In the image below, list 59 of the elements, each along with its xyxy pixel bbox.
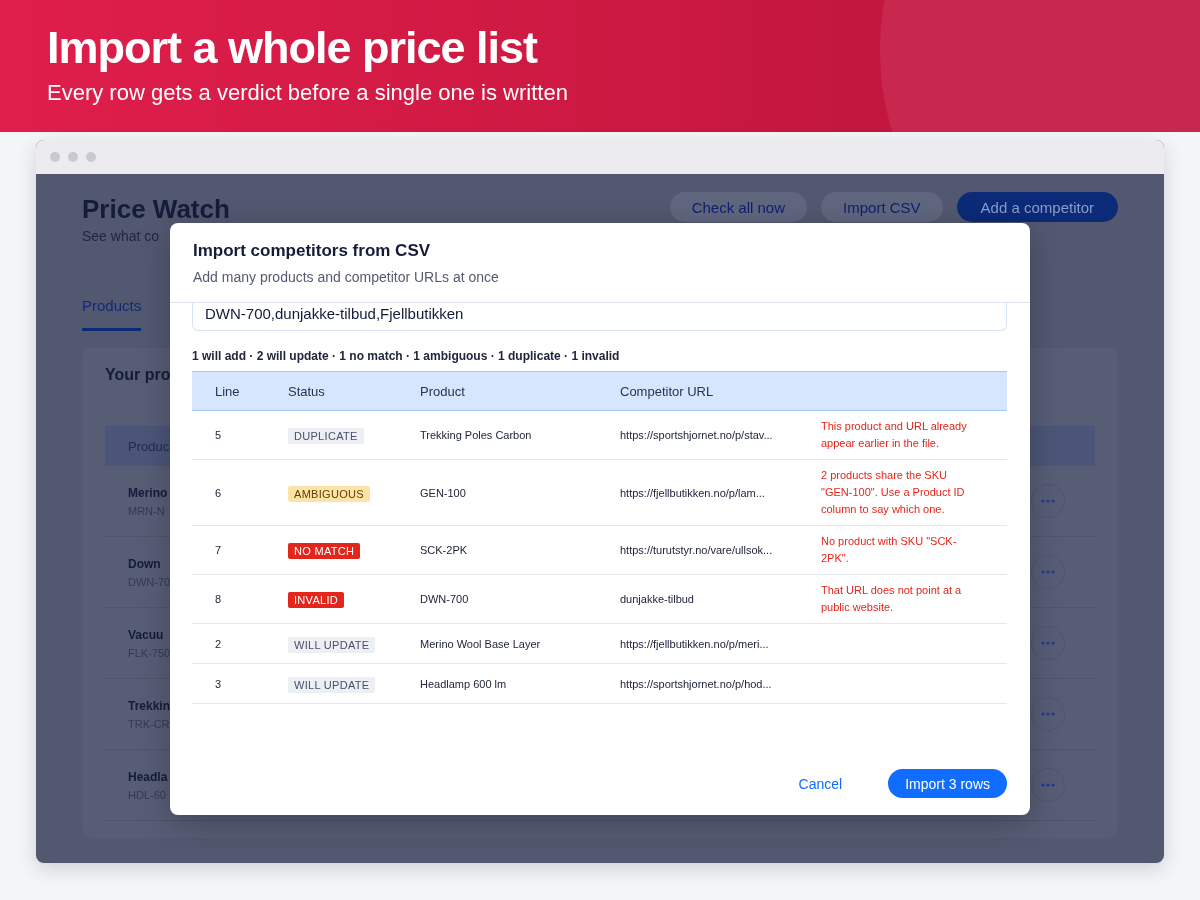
- url-cell-text: dunjakke-tilbud: [620, 593, 695, 605]
- status-badge: AMBIGUOUS: [288, 485, 370, 502]
- url-cell-text: https://fjellbutikken.no/p/lam...: [620, 486, 766, 499]
- status-badge: NO MATCH: [288, 543, 361, 559]
- error-message: This product and URL already appear earlier in the file.: [821, 419, 968, 451]
- banner-title: Import a whole price list: [47, 22, 539, 74]
- dialog-subtitle: Add many products and competitor URLs at once: [193, 269, 500, 285]
- window-dot-icon: [86, 152, 96, 162]
- status-badge: WILL UPDATE: [288, 636, 376, 653]
- product-cell-text: GEN-100: [420, 486, 467, 499]
- window-dot-icon: [68, 152, 78, 162]
- url-cell-text: https://sportshjornet.no/p/stav...: [620, 429, 774, 441]
- window-dot-icon: [50, 152, 60, 162]
- product-name: Down: [128, 556, 162, 571]
- url-cell-text: https://turutstyr.no/vare/ullsok...: [620, 544, 774, 556]
- status-badge: INVALID: [288, 592, 345, 608]
- error-message: 2 products share the SKU "GEN-100". Use a Product ID column to say which one.: [821, 468, 966, 517]
- line-number: 6: [214, 486, 223, 499]
- more-icon: [1041, 641, 1055, 645]
- column-header: Competitor URL: [620, 383, 715, 399]
- url-cell-text: https://fjellbutikken.no/p/meri...: [620, 637, 770, 650]
- banner-subtitle: Every row gets a verdict before a single one is written: [47, 79, 569, 107]
- more-icon: [1041, 570, 1055, 574]
- more-icon: [1041, 712, 1055, 716]
- line-number: 8: [214, 593, 223, 605]
- url-cell-text: https://sportshjornet.no/p/hod...: [620, 677, 773, 690]
- error-message: That URL does not point at a public website.: [821, 583, 963, 615]
- line-number: 2: [214, 637, 223, 650]
- product-cell-text: Headlamp 600 lm: [420, 677, 508, 690]
- more-button[interactable]: [1031, 555, 1065, 589]
- product-name: Vacuu: [128, 627, 165, 642]
- line-number: 7: [214, 544, 223, 556]
- import-button[interactable]: Import 3 rows: [888, 769, 1007, 798]
- status-badge: WILL UPDATE: [288, 676, 376, 693]
- line-number: 5: [214, 429, 223, 441]
- product-name: Headla: [128, 769, 168, 784]
- product-cell-text: Trekking Poles Carbon: [420, 429, 533, 441]
- import-summary: 1 will add · 2 will update · 1 no match · 1 ambiguous · 1 duplicate · 1 invalid: [192, 349, 621, 363]
- action-button[interactable]: Add a competitor: [956, 192, 1118, 222]
- dialog-title: Import competitors from CSV: [193, 241, 432, 261]
- line-number: 3: [214, 677, 223, 690]
- more-icon: [1041, 783, 1055, 787]
- card-title: Your pro: [105, 366, 172, 384]
- error-message: No product with SKU "SCK-2PK".: [821, 534, 958, 566]
- column-header: Line: [214, 383, 241, 399]
- column-header: Status: [288, 383, 326, 399]
- cancel-button[interactable]: Cancel: [792, 769, 849, 798]
- product-name: Trekkin: [128, 698, 171, 713]
- column-header: Product: [420, 383, 466, 399]
- product-cell-text: Merino Wool Base Layer: [420, 637, 542, 650]
- product-cell-text: DWN-700: [420, 593, 470, 605]
- status-badge: DUPLICATE: [288, 428, 364, 444]
- csv-text-field[interactable]: DWN-700,dunjakke-tilbud,Fjellbutikken: [192, 303, 1007, 331]
- action-button[interactable]: Check all now: [669, 192, 808, 222]
- action-button[interactable]: Import CSV: [821, 192, 943, 222]
- product-cell-text: SCK-2PK: [420, 544, 469, 556]
- more-icon: [1041, 499, 1055, 503]
- page-title: Price Watch: [82, 193, 230, 226]
- product-name: Merino: [128, 485, 168, 500]
